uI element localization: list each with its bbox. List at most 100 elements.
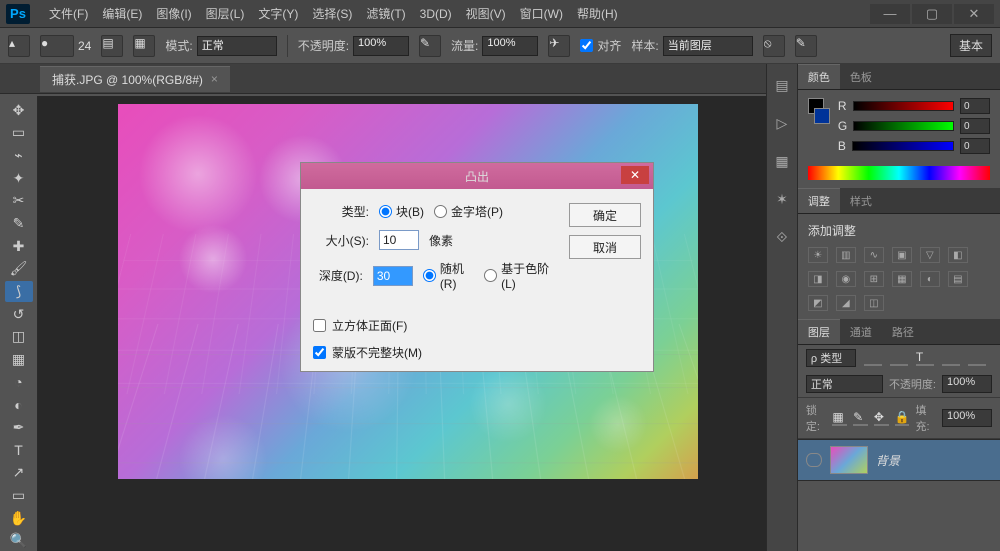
properties-panel-icon[interactable]: ▦ <box>771 150 793 172</box>
lock-all-icon[interactable]: 🔒 <box>895 410 910 426</box>
menu-3d[interactable]: 3D(D) <box>413 0 459 28</box>
adj-bw-icon[interactable]: ◨ <box>808 271 828 287</box>
path-tool-icon[interactable]: ↗ <box>5 463 33 484</box>
tool-preset-icon[interactable]: ▴ <box>8 35 30 57</box>
menu-filter[interactable]: 滤镜(T) <box>359 0 412 28</box>
radio-random[interactable]: 随机(R) <box>423 260 474 291</box>
dialog-titlebar[interactable]: 凸出 ✕ <box>301 163 653 189</box>
flow-input[interactable]: 100% <box>482 36 538 56</box>
type-tool-icon[interactable]: T <box>5 440 33 461</box>
brush-tool-icon[interactable]: 🖌 <box>5 259 33 280</box>
brush-preview-icon[interactable]: ● <box>40 35 74 57</box>
adj-exposure-icon[interactable]: ▣ <box>892 247 912 263</box>
cancel-button[interactable]: 取消 <box>569 235 641 259</box>
tab-close-icon[interactable]: × <box>211 72 218 86</box>
tab-layers[interactable]: 图层 <box>798 319 840 344</box>
brush-panel-icon[interactable]: ▤ <box>101 35 123 57</box>
menu-window[interactable]: 窗口(W) <box>513 0 570 28</box>
fg-bg-swatches[interactable] <box>808 98 830 154</box>
actions-panel-icon[interactable]: ▷ <box>771 112 793 134</box>
checkbox-mask-incomplete[interactable]: 蒙版不完整块(M) <box>313 344 555 361</box>
filter-shape-icon[interactable] <box>942 350 960 366</box>
adj-brightness-icon[interactable]: ☀ <box>808 247 828 263</box>
tablet-pressure-icon[interactable]: ✎ <box>795 35 817 57</box>
size-input[interactable] <box>379 230 419 250</box>
tab-color[interactable]: 颜色 <box>798 64 840 89</box>
eraser-tool-icon[interactable]: ◫ <box>5 327 33 348</box>
value-g[interactable]: 0 <box>960 118 990 134</box>
menu-edit[interactable]: 编辑(E) <box>95 0 149 28</box>
layer-item-background[interactable]: 背景 <box>798 439 1000 481</box>
background-swatch[interactable] <box>814 108 830 124</box>
lasso-tool-icon[interactable]: ⌁ <box>5 145 33 166</box>
lock-position-icon[interactable]: ✥ <box>874 410 889 426</box>
slider-r[interactable] <box>853 101 954 111</box>
adj-gradient-icon[interactable]: ◢ <box>836 295 856 311</box>
visibility-icon[interactable] <box>806 453 822 467</box>
slider-b[interactable] <box>852 141 954 151</box>
blur-tool-icon[interactable]: ◔ <box>5 372 33 393</box>
adj-mixer-icon[interactable]: ⊞ <box>864 271 884 287</box>
hand-tool-icon[interactable]: ✋ <box>5 508 33 529</box>
adj-selective-icon[interactable]: ◫ <box>864 295 884 311</box>
layer-blend-select[interactable]: 正常 <box>806 375 883 393</box>
layer-fill-input[interactable]: 100% <box>942 409 992 427</box>
slider-g[interactable] <box>853 121 954 131</box>
eyedropper-tool-icon[interactable]: ✎ <box>5 213 33 234</box>
opacity-input[interactable]: 100% <box>353 36 409 56</box>
gradient-tool-icon[interactable]: ▦ <box>5 349 33 370</box>
minimize-button[interactable]: — <box>870 4 910 24</box>
document-tab[interactable]: 捕获.JPG @ 100%(RGB/8#) × <box>40 66 230 92</box>
layer-thumbnail[interactable] <box>830 446 868 474</box>
menu-view[interactable]: 视图(V) <box>459 0 513 28</box>
menu-select[interactable]: 选择(S) <box>305 0 359 28</box>
zoom-tool-icon[interactable]: 🔍 <box>5 530 33 551</box>
shape-tool-icon[interactable]: ▭ <box>5 485 33 506</box>
dodge-tool-icon[interactable]: ◐ <box>5 395 33 416</box>
heal-tool-icon[interactable]: ✚ <box>5 236 33 257</box>
depth-input[interactable] <box>373 266 413 286</box>
marquee-tool-icon[interactable]: ▭ <box>5 123 33 144</box>
layer-filter-select[interactable]: ρ 类型 <box>806 349 856 367</box>
sample-select[interactable]: 当前图层 <box>663 36 753 56</box>
crop-tool-icon[interactable]: ✂ <box>5 191 33 212</box>
adj-invert-icon[interactable]: ◐ <box>920 271 940 287</box>
filter-pixel-icon[interactable] <box>864 350 882 366</box>
align-checkbox[interactable] <box>580 39 593 52</box>
airbrush-icon[interactable]: ✈ <box>548 35 570 57</box>
wand-tool-icon[interactable]: ✦ <box>5 168 33 189</box>
history-panel-icon[interactable]: ▤ <box>771 74 793 96</box>
menu-image[interactable]: 图像(I) <box>149 0 198 28</box>
tab-channels[interactable]: 通道 <box>840 320 882 344</box>
color-spectrum[interactable] <box>808 166 990 180</box>
move-tool-icon[interactable]: ✥ <box>5 100 33 121</box>
radio-block[interactable]: 块(B) <box>379 203 424 220</box>
filter-smart-icon[interactable] <box>968 350 986 366</box>
menu-file[interactable]: 文件(F) <box>42 0 95 28</box>
lock-transparent-icon[interactable]: ▦ <box>832 410 847 426</box>
tab-swatches[interactable]: 色板 <box>840 65 882 89</box>
tab-adjustments[interactable]: 调整 <box>798 188 840 213</box>
adj-threshold-icon[interactable]: ◩ <box>808 295 828 311</box>
radio-level[interactable]: 基于色阶(L) <box>484 260 555 291</box>
clone-panel-icon[interactable]: ⟐ <box>771 226 793 248</box>
brushes-panel-icon[interactable]: ✶ <box>771 188 793 210</box>
adj-posterize-icon[interactable]: ▤ <box>948 271 968 287</box>
menu-type[interactable]: 文字(Y) <box>251 0 305 28</box>
workspace-button[interactable]: 基本 <box>950 34 992 57</box>
close-button[interactable]: ✕ <box>954 4 994 24</box>
tab-styles[interactable]: 样式 <box>840 189 882 213</box>
value-b[interactable]: 0 <box>960 138 990 154</box>
menu-help[interactable]: 帮助(H) <box>570 0 625 28</box>
checkbox-solid-front[interactable]: 立方体正面(F) <box>313 317 555 334</box>
layer-opacity-input[interactable]: 100% <box>942 375 992 393</box>
adj-curves-icon[interactable]: ∿ <box>864 247 884 263</box>
adj-hsl-icon[interactable]: ◧ <box>948 247 968 263</box>
lock-paint-icon[interactable]: ✎ <box>853 410 868 426</box>
blend-mode-select[interactable]: 正常 <box>197 36 277 56</box>
radio-pyramid[interactable]: 金字塔(P) <box>434 203 503 220</box>
adj-lookup-icon[interactable]: ▦ <box>892 271 912 287</box>
stamp-tool-icon[interactable]: ⟆ <box>5 281 33 302</box>
pen-tool-icon[interactable]: ✒ <box>5 417 33 438</box>
adj-photo-filter-icon[interactable]: ◉ <box>836 271 856 287</box>
